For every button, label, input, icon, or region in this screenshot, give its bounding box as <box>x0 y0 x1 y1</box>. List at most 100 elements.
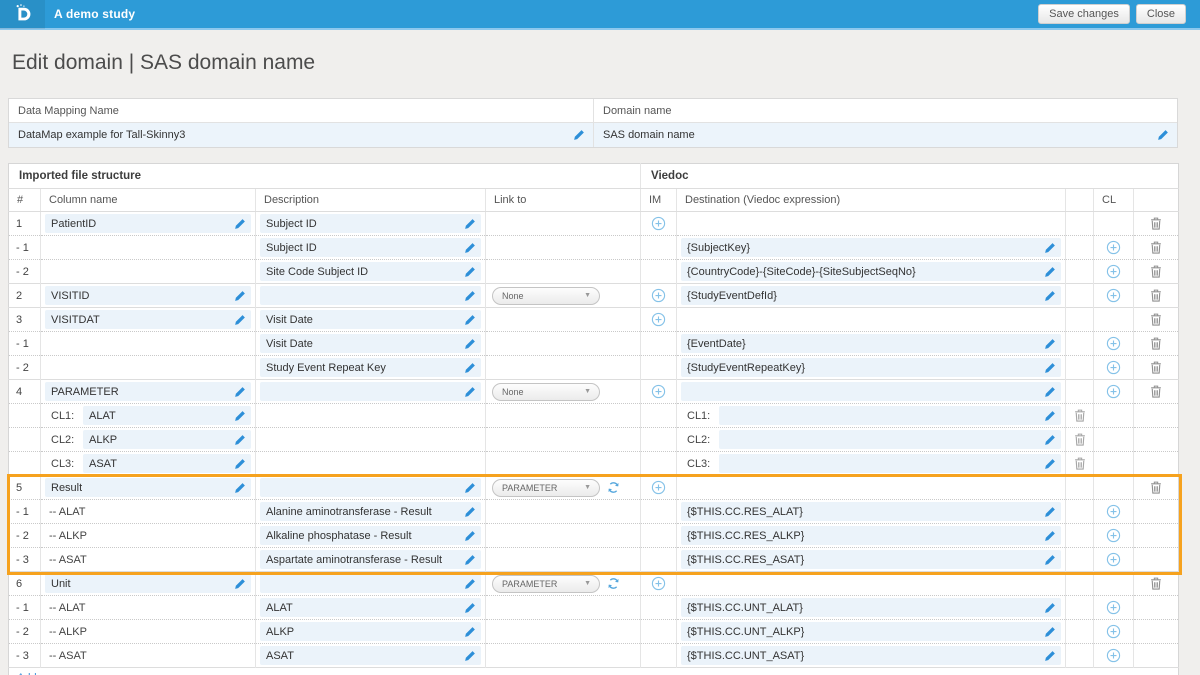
edit-pencil-icon[interactable] <box>234 218 246 230</box>
im-add-icon[interactable] <box>651 480 666 495</box>
column-name-field[interactable]: VISITID <box>45 286 251 305</box>
link-to-dropdown[interactable]: PARAMETER ▼ <box>492 574 600 593</box>
edit-pencil-icon[interactable] <box>573 129 585 141</box>
delete-row-icon[interactable] <box>1150 217 1162 230</box>
description-field[interactable]: Alanine aminotransferase - Result <box>260 502 481 521</box>
im-add-icon[interactable] <box>651 288 666 303</box>
codelist-destination-field[interactable] <box>719 406 1061 425</box>
delete-row-icon[interactable] <box>1150 241 1162 254</box>
delete-row-icon[interactable] <box>1150 481 1162 494</box>
description-field[interactable] <box>260 574 481 593</box>
cl-add-icon[interactable] <box>1106 504 1121 519</box>
link-to-dropdown[interactable]: None ▼ <box>492 286 600 305</box>
save-changes-button[interactable]: Save changes <box>1038 4 1130 24</box>
data-mapping-name-field[interactable]: DataMap example for Tall-Skinny3 <box>9 123 593 147</box>
edit-pencil-icon[interactable] <box>1044 410 1056 422</box>
delete-row-icon[interactable] <box>1150 385 1162 398</box>
codelist-destination-field[interactable] <box>719 430 1061 449</box>
description-field[interactable] <box>260 478 481 497</box>
delete-row-icon[interactable] <box>1150 577 1162 590</box>
edit-pencil-icon[interactable] <box>1044 506 1056 518</box>
delete-codelist-icon[interactable] <box>1074 433 1086 446</box>
description-field[interactable]: Alkaline phosphatase - Result <box>260 526 481 545</box>
delete-row-icon[interactable] <box>1150 313 1162 326</box>
edit-pencil-icon[interactable] <box>464 602 476 614</box>
im-add-icon[interactable] <box>651 312 666 327</box>
edit-pencil-icon[interactable] <box>464 338 476 350</box>
description-field[interactable]: Study Event Repeat Key <box>260 358 481 377</box>
edit-pencil-icon[interactable] <box>1044 602 1056 614</box>
cl-add-icon[interactable] <box>1106 264 1121 279</box>
destination-field[interactable]: {$THIS.CC.RES_ALAT} <box>681 502 1061 521</box>
edit-pencil-icon[interactable] <box>464 530 476 542</box>
edit-pencil-icon[interactable] <box>464 626 476 638</box>
delete-row-icon[interactable] <box>1150 265 1162 278</box>
edit-pencil-icon[interactable] <box>1044 626 1056 638</box>
destination-field[interactable]: {$THIS.CC.UNT_ASAT} <box>681 646 1061 665</box>
edit-pencil-icon[interactable] <box>464 482 476 494</box>
edit-pencil-icon[interactable] <box>464 386 476 398</box>
edit-pencil-icon[interactable] <box>464 362 476 374</box>
codelist-value-field[interactable]: ASAT <box>83 454 251 473</box>
edit-pencil-icon[interactable] <box>1044 338 1056 350</box>
link-to-dropdown[interactable]: None ▼ <box>492 382 600 401</box>
destination-field[interactable]: {SubjectKey} <box>681 238 1061 257</box>
cl-add-icon[interactable] <box>1106 600 1121 615</box>
column-name-field[interactable]: Result <box>45 478 251 497</box>
edit-pencil-icon[interactable] <box>1044 242 1056 254</box>
delete-row-icon[interactable] <box>1150 337 1162 350</box>
edit-pencil-icon[interactable] <box>234 578 246 590</box>
destination-field[interactable]: {StudyEventDefId} <box>681 286 1061 305</box>
column-name-field[interactable]: VISITDAT <box>45 310 251 329</box>
codelist-value-field[interactable]: ALKP <box>83 430 251 449</box>
column-name-field[interactable]: PatientID <box>45 214 251 233</box>
edit-pencil-icon[interactable] <box>234 290 246 302</box>
destination-field[interactable]: {CountryCode}-{SiteCode}-{SiteSubjectSeq… <box>681 262 1061 281</box>
destination-field[interactable]: {$THIS.CC.UNT_ALKP} <box>681 622 1061 641</box>
destination-field[interactable]: {StudyEventRepeatKey} <box>681 358 1061 377</box>
cl-add-icon[interactable] <box>1106 552 1121 567</box>
edit-pencil-icon[interactable] <box>234 410 246 422</box>
description-field[interactable]: ALKP <box>260 622 481 641</box>
cl-add-icon[interactable] <box>1106 288 1121 303</box>
edit-pencil-icon[interactable] <box>1044 650 1056 662</box>
edit-pencil-icon[interactable] <box>464 506 476 518</box>
cl-add-icon[interactable] <box>1106 240 1121 255</box>
edit-pencil-icon[interactable] <box>1044 266 1056 278</box>
refresh-icon[interactable] <box>607 577 620 590</box>
codelist-destination-field[interactable] <box>719 454 1061 473</box>
destination-field[interactable]: {$THIS.CC.RES_ALKP} <box>681 526 1061 545</box>
description-field[interactable]: Subject ID <box>260 238 481 257</box>
refresh-icon[interactable] <box>607 481 620 494</box>
edit-pencil-icon[interactable] <box>464 266 476 278</box>
edit-pencil-icon[interactable] <box>464 314 476 326</box>
edit-pencil-icon[interactable] <box>464 242 476 254</box>
edit-pencil-icon[interactable] <box>1044 554 1056 566</box>
description-field[interactable]: ASAT <box>260 646 481 665</box>
edit-pencil-icon[interactable] <box>464 554 476 566</box>
cl-add-icon[interactable] <box>1106 528 1121 543</box>
edit-pencil-icon[interactable] <box>234 482 246 494</box>
cl-add-icon[interactable] <box>1106 648 1121 663</box>
description-field[interactable] <box>260 382 481 401</box>
destination-field[interactable]: {$THIS.CC.RES_ASAT} <box>681 550 1061 569</box>
im-add-icon[interactable] <box>651 384 666 399</box>
destination-field[interactable]: {$THIS.CC.UNT_ALAT} <box>681 598 1061 617</box>
edit-pencil-icon[interactable] <box>234 386 246 398</box>
edit-pencil-icon[interactable] <box>234 314 246 326</box>
link-to-dropdown[interactable]: PARAMETER ▼ <box>492 478 600 497</box>
delete-codelist-icon[interactable] <box>1074 457 1086 470</box>
edit-pencil-icon[interactable] <box>1157 129 1169 141</box>
domain-name-field[interactable]: SAS domain name <box>593 123 1177 147</box>
delete-row-icon[interactable] <box>1150 289 1162 302</box>
edit-pencil-icon[interactable] <box>464 650 476 662</box>
edit-pencil-icon[interactable] <box>464 578 476 590</box>
edit-pencil-icon[interactable] <box>1044 458 1056 470</box>
codelist-value-field[interactable]: ALAT <box>83 406 251 425</box>
edit-pencil-icon[interactable] <box>1044 386 1056 398</box>
edit-pencil-icon[interactable] <box>1044 362 1056 374</box>
edit-pencil-icon[interactable] <box>464 290 476 302</box>
cl-add-icon[interactable] <box>1106 384 1121 399</box>
cl-add-icon[interactable] <box>1106 624 1121 639</box>
im-add-icon[interactable] <box>651 576 666 591</box>
